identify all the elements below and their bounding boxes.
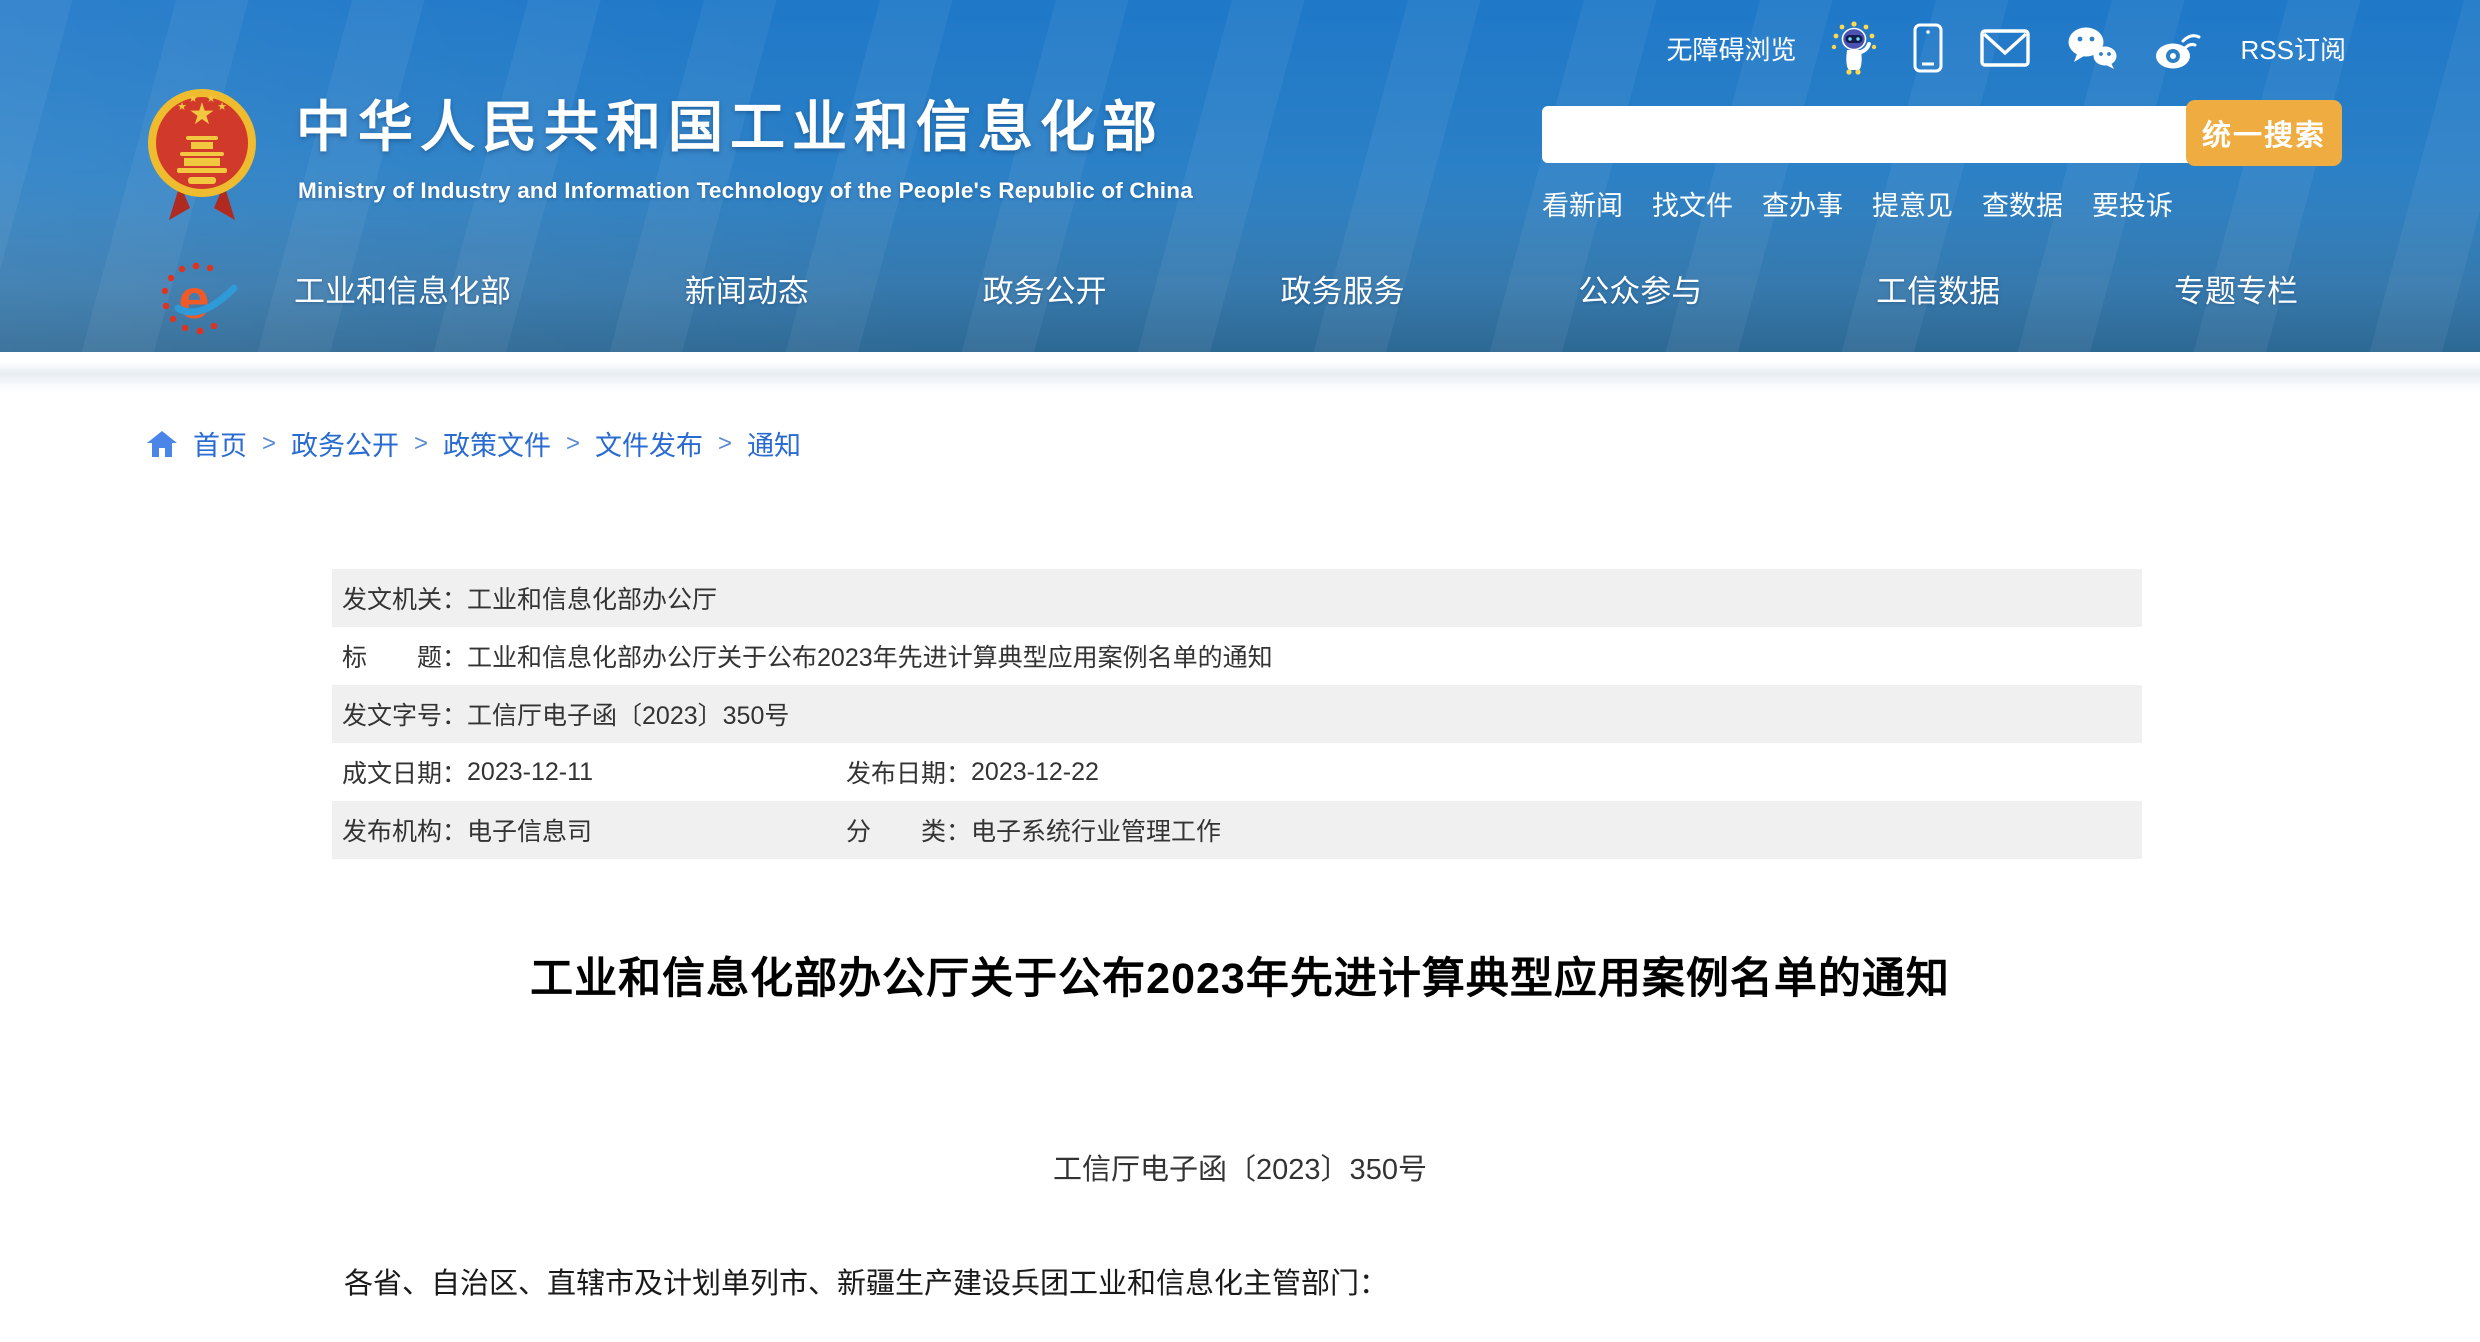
search-box (1542, 106, 2194, 163)
weibo-icon[interactable] (2153, 25, 2207, 71)
site-title-cn: 中华人民共和国工业和信息化部 (296, 96, 1164, 158)
nav-item-participation[interactable]: 公众参与 (1578, 266, 1702, 311)
meta-value-issuing-office: 工业和信息化部办公厅 (467, 580, 717, 616)
breadcrumb-separator: > (262, 430, 276, 458)
utility-bar: 无障碍浏览 (1667, 20, 2346, 76)
breadcrumb: 首页 > 政务公开 > 政策文件 > 文件发布 > 通知 (146, 424, 801, 463)
search-input[interactable] (1542, 106, 2194, 163)
article-title: 工业和信息化部办公厅关于公布2023年先进计算典型应用案例名单的通知 (0, 944, 2480, 1006)
meta-value-publish-date: 2023-12-22 (971, 758, 1099, 787)
mobile-icon[interactable] (1911, 22, 1945, 74)
robot-mascot-icon[interactable] (1831, 20, 1877, 76)
table-row: 发文字号： 工信厅电子函〔2023〕350号 (332, 685, 2142, 743)
table-row: 发文机关： 工业和信息化部办公厅 (332, 569, 2142, 627)
meta-label-publishing-org: 发布机构： (342, 812, 467, 848)
breadcrumb-policy-files[interactable]: 政策文件 (443, 424, 551, 463)
mail-icon[interactable] (1979, 27, 2031, 69)
quick-link-feedback[interactable]: 提意见 (1872, 184, 1953, 223)
article-salutation: 各省、自治区、直辖市及计划单列市、新疆生产建设兵团工业和信息化主管部门： (344, 1260, 1388, 1302)
meta-label-category: 分 类： (846, 812, 971, 848)
breadcrumb-separator: > (566, 430, 580, 458)
svg-text:★: ★ (177, 101, 187, 113)
nav-item-gov-open[interactable]: 政务公开 (983, 266, 1107, 311)
breadcrumb-home[interactable]: 首页 (193, 424, 247, 463)
meta-value-category: 电子系统行业管理工作 (971, 812, 1221, 848)
site-header: 无障碍浏览 (0, 0, 2480, 352)
breadcrumb-gov-open[interactable]: 政务公开 (291, 424, 399, 463)
quick-link-data[interactable]: 查数据 (1982, 184, 2063, 223)
svg-text:★: ★ (188, 93, 198, 105)
article-doc-number: 工信厅电子函〔2023〕350号 (0, 1146, 2480, 1188)
meta-label-title: 标 题： (342, 638, 467, 674)
quick-link-complaint[interactable]: 要投诉 (2092, 184, 2173, 223)
nav-item-news[interactable]: 新闻动态 (685, 266, 809, 311)
header-shadow-divider (0, 352, 2480, 394)
breadcrumb-notice[interactable]: 通知 (747, 424, 801, 463)
meta-label-written-date: 成文日期： (342, 754, 467, 790)
svg-text:e: e (178, 267, 209, 330)
meta-label-publish-date: 发布日期： (846, 754, 971, 790)
svg-text:★: ★ (217, 101, 227, 113)
nav-item-miit[interactable]: 工业和信息化部 (294, 266, 511, 311)
rss-link[interactable]: RSS订阅 (2241, 30, 2346, 67)
breadcrumb-separator: > (718, 430, 732, 458)
quick-links: 看新闻 找文件 查办事 提意见 查数据 要投诉 (1542, 184, 2173, 223)
doc-meta-table: 发文机关： 工业和信息化部办公厅 标 题： 工业和信息化部办公厅关于公布2023… (332, 569, 2142, 859)
nav-item-gov-services[interactable]: 政务服务 (1280, 266, 1404, 311)
accessibility-link[interactable]: 无障碍浏览 (1667, 30, 1797, 67)
nav-item-topics[interactable]: 专题专栏 (2174, 266, 2298, 311)
main-nav: 工业和信息化部 新闻动态 政务公开 政务服务 公众参与 工信数据 专题专栏 (294, 266, 2298, 311)
breadcrumb-separator: > (414, 430, 428, 458)
svg-text:★: ★ (206, 93, 216, 105)
table-row: 标 题： 工业和信息化部办公厅关于公布2023年先进计算典型应用案例名单的通知 (332, 627, 2142, 685)
meta-label-doc-number: 发文字号： (342, 696, 467, 732)
home-icon[interactable] (146, 429, 178, 459)
miit-e-logo-icon[interactable]: e (158, 260, 238, 340)
meta-value-publishing-org: 电子信息司 (467, 812, 592, 848)
meta-label-issuing-office: 发文机关： (342, 580, 467, 616)
table-row: 发布机构： 电子信息司 分 类： 电子系统行业管理工作 (332, 801, 2142, 859)
search-button[interactable]: 统一搜索 (2186, 100, 2342, 166)
quick-link-files[interactable]: 找文件 (1652, 184, 1733, 223)
wechat-icon[interactable] (2065, 25, 2119, 71)
meta-value-written-date: 2023-12-11 (467, 758, 593, 787)
breadcrumb-file-release[interactable]: 文件发布 (595, 424, 703, 463)
page: 无障碍浏览 (0, 0, 2480, 1342)
quick-link-services[interactable]: 查办事 (1762, 184, 1843, 223)
site-title-en: Ministry of Industry and Information Tec… (298, 178, 1193, 204)
meta-value-title: 工业和信息化部办公厅关于公布2023年先进计算典型应用案例名单的通知 (467, 638, 1273, 674)
national-emblem: ★ ★ ★ ★ ★ (146, 80, 258, 226)
meta-value-doc-number: 工信厅电子函〔2023〕350号 (467, 696, 789, 732)
quick-link-news[interactable]: 看新闻 (1542, 184, 1623, 223)
nav-item-data[interactable]: 工信数据 (1876, 266, 2000, 311)
table-row: 成文日期： 2023-12-11 发布日期： 2023-12-22 (332, 743, 2142, 801)
